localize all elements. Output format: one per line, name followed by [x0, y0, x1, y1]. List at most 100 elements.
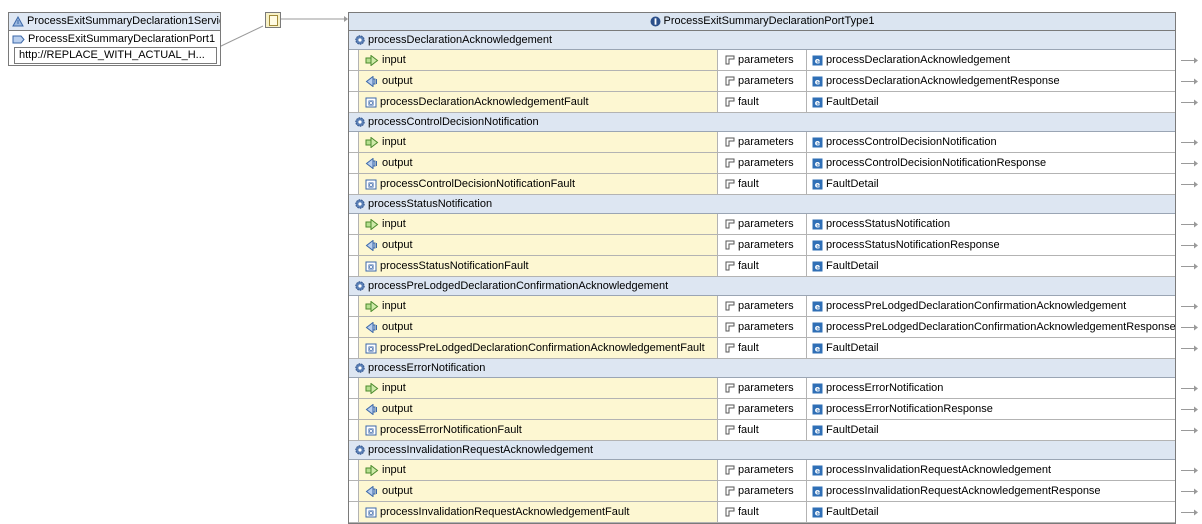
binding-icon[interactable] [265, 12, 281, 28]
element-cell[interactable]: e processDeclarationAcknowledgementRespon… [807, 71, 1175, 91]
operation-row[interactable]: processPreLodgedDeclarationConfirmationA… [349, 277, 1175, 296]
link-arrow-icon[interactable] [1181, 139, 1199, 146]
element-cell[interactable]: e FaultDetail [807, 420, 1175, 440]
part-cell[interactable]: parameters [718, 153, 807, 173]
output-message-cell[interactable]: output [358, 153, 718, 173]
input-message-row[interactable]: input parameters e processErrorNotification [349, 378, 1175, 399]
fault-message-row[interactable]: processErrorNotificationFault fault e Fault… [349, 420, 1175, 441]
input-message-cell[interactable]: input [358, 296, 718, 316]
part-cell[interactable]: parameters [718, 296, 807, 316]
element-cell[interactable]: e processErrorNotificationResponse [807, 399, 1175, 419]
service-box[interactable]: ProcessExitSummaryDeclaration1Service Pr… [8, 12, 221, 66]
part-cell[interactable]: fault [718, 338, 807, 358]
operation-row[interactable]: processErrorNotification [349, 359, 1175, 378]
part-cell[interactable]: parameters [718, 481, 807, 501]
port-row[interactable]: ProcessExitSummaryDeclarationPort1 [9, 31, 220, 47]
element-cell[interactable]: e processStatusNotificationResponse [807, 235, 1175, 255]
link-arrow-icon[interactable] [1181, 324, 1199, 331]
part-cell[interactable]: parameters [718, 399, 807, 419]
input-message-row[interactable]: input parameters e processPreLodgedDeclarat… [349, 296, 1175, 317]
input-message-cell[interactable]: input [358, 50, 718, 70]
output-message-row[interactable]: output parameters e processInvalidationRequ… [349, 481, 1175, 502]
link-arrow-icon[interactable] [1181, 488, 1199, 495]
link-arrow-icon[interactable] [1181, 181, 1199, 188]
fault-message-cell[interactable]: processInvalidationRequestAcknowledgemen… [358, 502, 718, 522]
element-cell[interactable]: e FaultDetail [807, 338, 1175, 358]
input-message-cell[interactable]: input [358, 214, 718, 234]
output-message-row[interactable]: output parameters e processControlDecisionN… [349, 153, 1175, 174]
output-message-cell[interactable]: output [358, 235, 718, 255]
element-cell[interactable]: e FaultDetail [807, 256, 1175, 276]
link-arrow-icon[interactable] [1181, 427, 1199, 434]
output-message-cell[interactable]: output [358, 317, 718, 337]
element-cell[interactable]: e processPreLodgedDeclarationConfirmation… [807, 317, 1175, 337]
fault-message-cell[interactable]: processDeclarationAcknowledgementFault [358, 92, 718, 112]
output-message-cell[interactable]: output [358, 71, 718, 91]
link-arrow-icon[interactable] [1181, 263, 1199, 270]
input-message-row[interactable]: input parameters e processDeclarationAcknow… [349, 50, 1175, 71]
element-cell[interactable]: e processInvalidationRequestAcknowledgeme… [807, 460, 1175, 480]
fault-message-cell[interactable]: processErrorNotificationFault [358, 420, 718, 440]
output-message-row[interactable]: output parameters e processErrorNotificatio… [349, 399, 1175, 420]
part-cell[interactable]: parameters [718, 214, 807, 234]
element-cell[interactable]: e processInvalidationRequestAcknowledgeme… [807, 481, 1175, 501]
element-cell[interactable]: e FaultDetail [807, 92, 1175, 112]
part-cell[interactable]: parameters [718, 50, 807, 70]
link-arrow-icon[interactable] [1181, 99, 1199, 106]
operation-row[interactable]: processControlDecisionNotification [349, 113, 1175, 132]
operation-row[interactable]: processDeclarationAcknowledgement [349, 31, 1175, 50]
part-cell[interactable]: fault [718, 256, 807, 276]
part-cell[interactable]: parameters [718, 132, 807, 152]
element-cell[interactable]: e FaultDetail [807, 174, 1175, 194]
address-field[interactable]: http://REPLACE_WITH_ACTUAL_H... [14, 47, 217, 64]
part-cell[interactable]: fault [718, 92, 807, 112]
element-cell[interactable]: e processControlDecisionNotificationRespo… [807, 153, 1175, 173]
part-cell[interactable]: parameters [718, 71, 807, 91]
link-arrow-icon[interactable] [1181, 467, 1199, 474]
fault-message-cell[interactable]: processPreLodgedDeclarationConfirmationA… [358, 338, 718, 358]
input-message-row[interactable]: input parameters e processControlDecisionNo… [349, 132, 1175, 153]
output-message-row[interactable]: output parameters e processStatusNotificati… [349, 235, 1175, 256]
part-cell[interactable]: fault [718, 420, 807, 440]
part-cell[interactable]: parameters [718, 378, 807, 398]
link-arrow-icon[interactable] [1181, 509, 1199, 516]
part-cell[interactable]: fault [718, 502, 807, 522]
element-cell[interactable]: e processControlDecisionNotification [807, 132, 1175, 152]
part-cell[interactable]: parameters [718, 460, 807, 480]
link-arrow-icon[interactable] [1181, 160, 1199, 167]
fault-message-cell[interactable]: processStatusNotificationFault [358, 256, 718, 276]
fault-message-row[interactable]: processPreLodgedDeclarationConfirmationA… [349, 338, 1175, 359]
port-type-header[interactable]: ProcessExitSummaryDeclarationPortType1 [349, 13, 1175, 31]
element-cell[interactable]: e processStatusNotification [807, 214, 1175, 234]
fault-message-row[interactable]: processStatusNotificationFault fault e Faul… [349, 256, 1175, 277]
link-arrow-icon[interactable] [1181, 242, 1199, 249]
output-message-row[interactable]: output parameters e processDeclarationAckno… [349, 71, 1175, 92]
link-arrow-icon[interactable] [1181, 406, 1199, 413]
element-cell[interactable]: e processPreLodgedDeclarationConfirmation… [807, 296, 1175, 316]
operation-row[interactable]: processInvalidationRequestAcknowledgemen… [349, 441, 1175, 460]
part-cell[interactable]: parameters [718, 235, 807, 255]
link-arrow-icon[interactable] [1181, 78, 1199, 85]
input-message-cell[interactable]: input [358, 132, 718, 152]
service-title[interactable]: ProcessExitSummaryDeclaration1Service [9, 13, 220, 31]
link-arrow-icon[interactable] [1181, 303, 1199, 310]
link-arrow-icon[interactable] [1181, 345, 1199, 352]
fault-message-row[interactable]: processDeclarationAcknowledgementFault fa… [349, 92, 1175, 113]
input-message-row[interactable]: input parameters e processInvalidationReque… [349, 460, 1175, 481]
input-message-cell[interactable]: input [358, 378, 718, 398]
part-cell[interactable]: fault [718, 174, 807, 194]
output-message-row[interactable]: output parameters e processPreLodgedDeclara… [349, 317, 1175, 338]
element-cell[interactable]: e FaultDetail [807, 502, 1175, 522]
output-message-cell[interactable]: output [358, 481, 718, 501]
part-cell[interactable]: parameters [718, 317, 807, 337]
fault-message-row[interactable]: processInvalidationRequestAcknowledgemen… [349, 502, 1175, 523]
link-arrow-icon[interactable] [1181, 221, 1199, 228]
fault-message-cell[interactable]: processControlDecisionNotificationFault [358, 174, 718, 194]
link-arrow-icon[interactable] [1181, 385, 1199, 392]
output-message-cell[interactable]: output [358, 399, 718, 419]
input-message-cell[interactable]: input [358, 460, 718, 480]
port-type-table[interactable]: ProcessExitSummaryDeclarationPortType1 p… [348, 12, 1176, 524]
element-cell[interactable]: e processDeclarationAcknowledgement [807, 50, 1175, 70]
input-message-row[interactable]: input parameters e processStatusNotificatio… [349, 214, 1175, 235]
fault-message-row[interactable]: processControlDecisionNotificationFault f… [349, 174, 1175, 195]
